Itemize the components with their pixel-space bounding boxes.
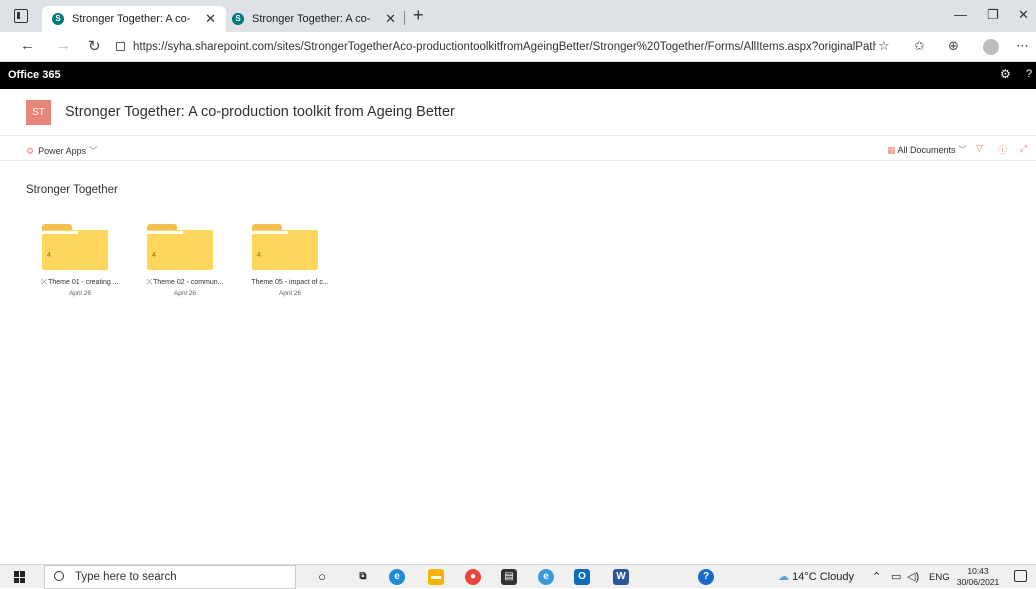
sharepoint-favicon-icon: S <box>232 13 244 25</box>
item-count: 4 <box>47 252 51 259</box>
network-icon[interactable]: ▭ <box>891 570 901 583</box>
clock-time: 10:43 <box>967 566 989 576</box>
restore-button[interactable]: ❐ <box>987 7 999 23</box>
task-view-icon[interactable]: ⧉ <box>355 569 371 585</box>
folder-name[interactable]: ⤫Theme 02 - commun... <box>135 279 235 287</box>
lock-icon <box>116 42 125 51</box>
tab-separator <box>404 11 405 25</box>
settings-gear-icon[interactable]: ⚙ <box>1000 67 1011 81</box>
sync-icon: ⤫ <box>41 279 48 286</box>
refresh-button[interactable]: ↻ <box>88 37 101 55</box>
system-clock[interactable]: 10:43 30/06/2021 <box>955 566 1001 588</box>
power-apps-icon: ⚙ <box>26 146 35 156</box>
address-bar[interactable]: https://syha.sharepoint.com/sites/Strong… <box>116 36 876 58</box>
chevron-down-icon: ﹀ <box>958 145 968 155</box>
taskbar-search-input[interactable]: Type here to search <box>44 565 296 589</box>
chrome-icon[interactable]: ● <box>465 569 481 585</box>
view-switcher[interactable]: ▦ All Documents ﹀ <box>887 143 967 156</box>
office365-suite-bar: Office 365 ⚙ ? <box>0 62 1036 89</box>
sync-icon: ⤫ <box>146 279 153 286</box>
list-view-icon: ▦ <box>887 145 896 155</box>
internet-explorer-icon[interactable]: e <box>538 569 554 585</box>
info-icon[interactable]: ⓘ <box>998 143 1007 156</box>
help-app-icon[interactable]: ? <box>698 569 714 585</box>
chevron-up-icon[interactable]: ⌃ <box>872 570 881 583</box>
close-tab-icon[interactable]: ✕ <box>385 6 396 32</box>
browser-toolbar: ← → ↻ https://syha.sharepoint.com/sites/… <box>0 32 1036 62</box>
expand-icon[interactable]: ⤢ <box>1020 143 1027 154</box>
folder-tile[interactable]: 4 ⤫Theme 02 - commun... April 26 <box>135 222 235 312</box>
windows-taskbar: Type here to search ○ ⧉ e ▬ ● ▤ e O W ? … <box>0 564 1036 589</box>
office365-brand[interactable]: Office 365 <box>8 69 61 81</box>
folder-tile[interactable]: 4 ⤫Theme 01 - creating ... April 26 <box>30 222 130 312</box>
view-label: All Documents <box>897 145 956 155</box>
minimize-button[interactable]: — <box>954 7 967 22</box>
weather-widget[interactable]: ☁ 14°C Cloudy <box>778 570 854 583</box>
volume-icon[interactable]: ◁) <box>907 570 919 583</box>
site-title[interactable]: Stronger Together: A co-production toolk… <box>65 104 455 120</box>
search-placeholder: Type here to search <box>75 571 177 583</box>
folder-date: April 26 <box>68 290 92 297</box>
search-icon <box>54 571 64 581</box>
command-bar: ⚙ Power Apps ﹀ ▦ All Documents ﹀ ▽ ⓘ ⤢ <box>0 137 1036 161</box>
forward-button[interactable]: → <box>56 37 71 54</box>
folder-name[interactable]: ⤫Theme 01 - creating ... <box>30 279 130 287</box>
edge-browser-icon[interactable]: e <box>389 569 405 585</box>
tab-title: Stronger Together: A co-producti <box>72 13 190 25</box>
clock-date: 30/06/2021 <box>956 577 1000 587</box>
file-explorer-icon[interactable]: ▬ <box>428 569 444 585</box>
folder-date: April 26 <box>278 290 302 297</box>
close-window-button[interactable]: ✕ <box>1018 7 1029 23</box>
browser-tab-strip: S Stronger Together: A co-producti ✕ S S… <box>0 0 1036 32</box>
power-apps-menu[interactable]: ⚙ Power Apps ﹀ <box>26 144 98 157</box>
word-icon[interactable]: W <box>613 569 629 585</box>
folder-icon: 4 <box>147 224 213 270</box>
power-apps-label: Power Apps <box>38 146 87 156</box>
favorites-icon[interactable]: ✩ <box>914 38 925 54</box>
url-text: https://syha.sharepoint.com/sites/Strong… <box>133 41 876 53</box>
help-icon[interactable]: ? <box>1026 68 1032 80</box>
close-tab-icon[interactable]: ✕ <box>205 6 216 32</box>
folder-name[interactable]: Theme 05 - impact of c... <box>240 279 340 286</box>
folder-icon: 4 <box>42 224 108 270</box>
store-icon[interactable]: ▤ <box>501 569 517 585</box>
outlook-icon[interactable]: O <box>574 569 590 585</box>
tab-actions-icon[interactable] <box>14 9 28 23</box>
browser-tab[interactable]: S Stronger Together: A co-producti ✕ <box>222 6 406 32</box>
new-tab-button[interactable]: + <box>413 5 424 26</box>
library-title: Stronger Together <box>26 184 118 196</box>
more-menu-icon[interactable]: ⋯ <box>1016 38 1029 54</box>
site-header: ST Stronger Together: A co-production to… <box>0 89 1036 136</box>
collections-icon[interactable]: ⊕ <box>948 38 959 54</box>
language-indicator[interactable]: ENG <box>929 572 950 583</box>
folder-icon: 4 <box>252 224 318 270</box>
folder-tile[interactable]: 4 Theme 05 - impact of c... April 26 <box>240 222 340 312</box>
windows-start-icon[interactable] <box>14 571 26 583</box>
favorite-star-icon[interactable]: ☆ <box>878 38 890 54</box>
chevron-down-icon: ﹀ <box>86 146 98 156</box>
cloud-icon: ☁ <box>778 571 789 583</box>
item-count: 4 <box>257 252 261 259</box>
folder-date: April 26 <box>173 290 197 297</box>
filter-icon[interactable]: ▽ <box>976 143 983 154</box>
notification-icon[interactable] <box>1014 570 1027 582</box>
sharepoint-favicon-icon: S <box>52 13 64 25</box>
item-count: 4 <box>152 252 156 259</box>
site-logo[interactable]: ST <box>26 100 51 125</box>
tab-title: Stronger Together: A co-producti <box>252 13 370 25</box>
browser-tab-active[interactable]: S Stronger Together: A co-producti ✕ <box>42 6 226 32</box>
profile-avatar[interactable] <box>983 39 999 55</box>
cortana-icon[interactable]: ○ <box>314 569 330 585</box>
back-button[interactable]: ← <box>20 37 35 54</box>
